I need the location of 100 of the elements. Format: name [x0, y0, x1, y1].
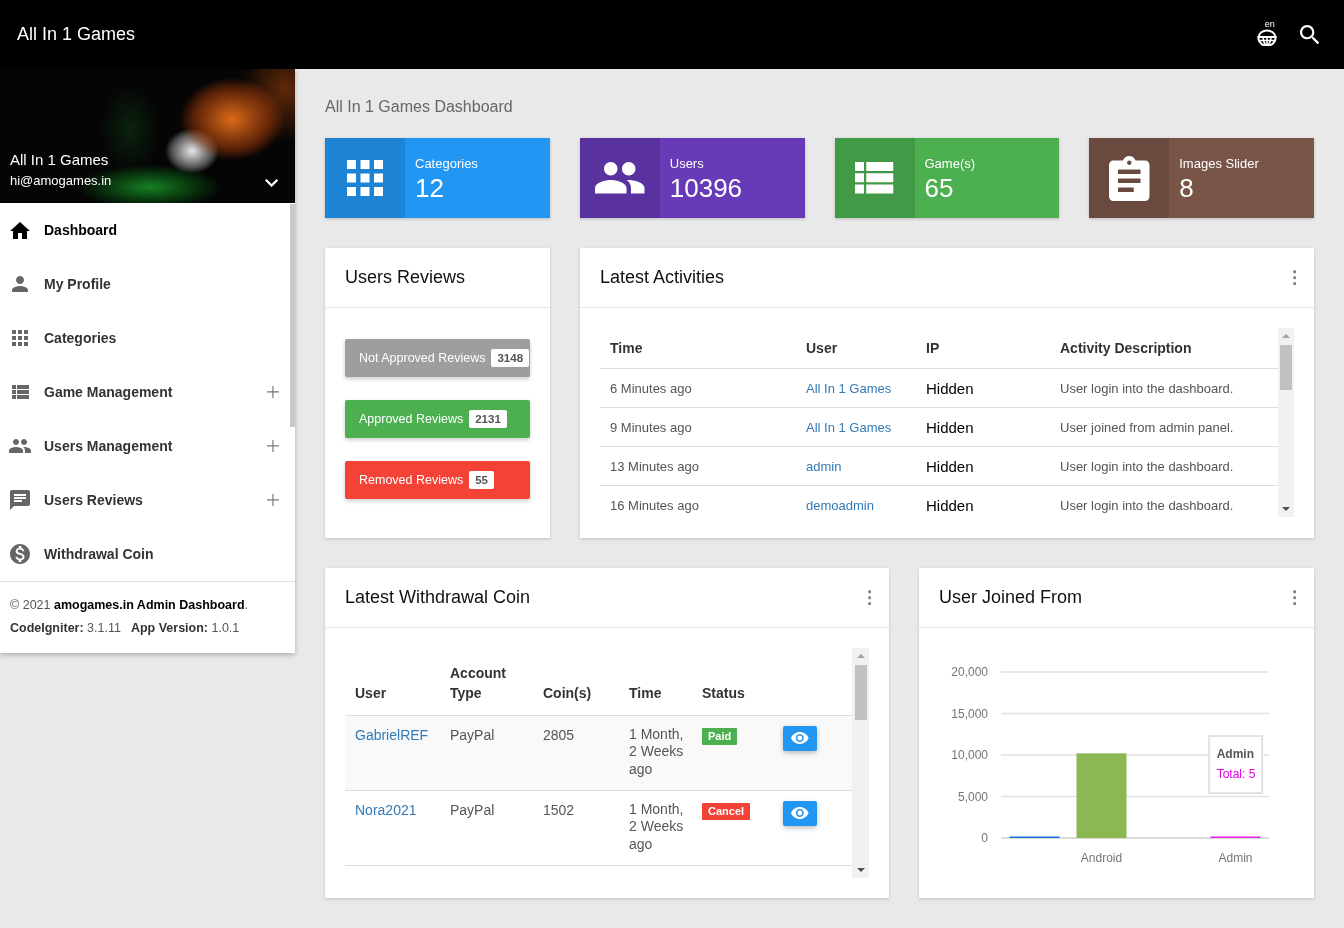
profile-name: All In 1 Games	[10, 151, 109, 169]
app-title[interactable]: All In 1 Games	[17, 24, 136, 45]
home-icon	[10, 221, 30, 239]
page-title: All In 1 Games Dashboard	[325, 97, 513, 117]
axis-label: 20,000	[951, 665, 988, 679]
table-cell: Hidden	[916, 485, 1050, 517]
user-link[interactable]: Nora2021	[355, 801, 417, 818]
sidebar-item[interactable]: Users Management	[0, 419, 290, 473]
plus-icon[interactable]	[267, 440, 279, 452]
column-header: Coin(s)	[533, 648, 619, 715]
table-cell: 2805	[533, 715, 619, 790]
axis-label: Android	[1080, 851, 1123, 865]
table-cell: 13 Minutes ago	[600, 446, 796, 486]
scrollbar-thumb[interactable]	[290, 204, 295, 427]
globe-icon	[1256, 28, 1277, 46]
card-title: Latest Withdrawal Coin	[345, 587, 532, 608]
column-header: User	[345, 648, 440, 715]
column-header: Time	[600, 328, 796, 369]
profile-email: hi@amogames.in	[10, 172, 112, 189]
card-title: Users Reviews	[345, 267, 467, 288]
tooltip-value: Total: 5	[1216, 766, 1256, 783]
sidebar-item[interactable]: My Profile	[0, 257, 290, 311]
table-cell: 16 Minutes ago	[600, 485, 796, 517]
eye-icon	[791, 807, 809, 819]
axis-label: 5,000	[957, 789, 988, 804]
sidebar-item[interactable]: Categories	[0, 311, 290, 365]
version-text: CodeIgniter: 3.1.11	[10, 621, 121, 635]
user-link[interactable]: demoadmin	[806, 497, 874, 513]
people-icon	[9, 439, 31, 453]
scroll-down-icon[interactable]	[856, 868, 865, 872]
table-cell: Hidden	[916, 407, 1050, 447]
user-link[interactable]: GabrielREF	[355, 726, 429, 743]
column-header: Account Type	[440, 648, 533, 715]
count-badge: 3148	[491, 349, 530, 367]
count-badge: 2131	[469, 410, 507, 428]
view-button[interactable]	[783, 800, 817, 826]
clipboard-icon	[1109, 155, 1150, 201]
search-icon	[1299, 24, 1319, 45]
table-cell: 1 Month, 2 Weeks ago	[619, 715, 692, 790]
plus-icon[interactable]	[267, 386, 279, 398]
version-text: App Version: 1.0.1	[130, 621, 240, 635]
stat-label: Categories	[415, 156, 478, 172]
column-header: User	[796, 328, 916, 369]
more-icon[interactable]	[867, 589, 871, 606]
reviews-button[interactable]: Not Approved Reviews 3148	[345, 339, 530, 377]
dollar-icon	[10, 544, 30, 564]
status-badge: Paid	[702, 727, 738, 745]
more-icon[interactable]	[1292, 589, 1296, 606]
grid-icon	[347, 160, 383, 196]
reviews-button[interactable]: Removed Reviews 55	[345, 461, 530, 499]
sidebar-item[interactable]: Withdrawal Coin	[0, 527, 290, 581]
scroll-up-icon[interactable]	[856, 654, 865, 658]
scrollbar[interactable]	[852, 648, 869, 878]
stat-label: Users	[669, 156, 704, 172]
card-title: Latest Activities	[600, 267, 726, 288]
table-cell: 9 Minutes ago	[600, 407, 796, 447]
view-button[interactable]	[783, 725, 817, 751]
scroll-down-icon[interactable]	[1282, 507, 1290, 511]
person-icon	[12, 276, 28, 292]
table-cell: 1 Month, 2 Weeks ago	[619, 790, 692, 865]
sidebar-item[interactable]: Dashboard	[0, 203, 290, 257]
scroll-up-icon[interactable]	[1282, 334, 1290, 338]
stat-value: 65	[924, 173, 954, 203]
list-icon	[11, 385, 29, 399]
table-cell: PayPal	[440, 790, 533, 865]
stat-value: 10396	[669, 173, 743, 203]
list-icon	[855, 162, 894, 194]
plus-icon[interactable]	[267, 494, 279, 506]
table-cell: PayPal	[440, 715, 533, 790]
card-title: User Joined From	[939, 587, 1084, 608]
user-link[interactable]: All In 1 Games	[806, 380, 892, 396]
table-cell: Hidden	[916, 368, 1050, 408]
more-icon[interactable]	[1292, 269, 1296, 286]
language-button[interactable]: en	[1256, 20, 1277, 46]
table-cell: 6 Minutes ago	[600, 368, 796, 408]
tooltip-title: Admin	[1216, 746, 1254, 763]
chevron-down-icon[interactable]	[264, 178, 278, 187]
user-link[interactable]: All In 1 Games	[806, 419, 892, 435]
reviews-button[interactable]: Approved Reviews 2131	[345, 400, 530, 438]
grid-icon	[12, 330, 28, 346]
axis-label: 15,000	[951, 706, 988, 721]
stat-value: 12	[415, 173, 444, 203]
eye-icon	[791, 732, 809, 744]
search-button[interactable]	[1299, 24, 1319, 45]
table-cell: 1502	[533, 790, 619, 865]
status-badge: Cancel	[702, 802, 751, 820]
sidebar-item[interactable]: Users Reviews	[0, 473, 290, 527]
scrollbar[interactable]	[1278, 328, 1294, 517]
people-icon	[595, 162, 645, 194]
axis-label: 0	[981, 831, 988, 845]
stat-label: Images Slider	[1179, 156, 1259, 172]
scrollbar-thumb[interactable]	[854, 665, 867, 720]
stat-value: 8	[1179, 173, 1194, 203]
chat-icon	[10, 490, 30, 510]
copyright-text: © 2021 amogames.in Admin Dashboard.	[10, 597, 249, 614]
user-link[interactable]: admin	[806, 458, 842, 474]
count-badge: 55	[469, 471, 494, 489]
scrollbar-thumb[interactable]	[1280, 345, 1292, 390]
sidebar-item[interactable]: Game Management	[0, 365, 290, 419]
stat-label: Game(s)	[924, 156, 976, 172]
